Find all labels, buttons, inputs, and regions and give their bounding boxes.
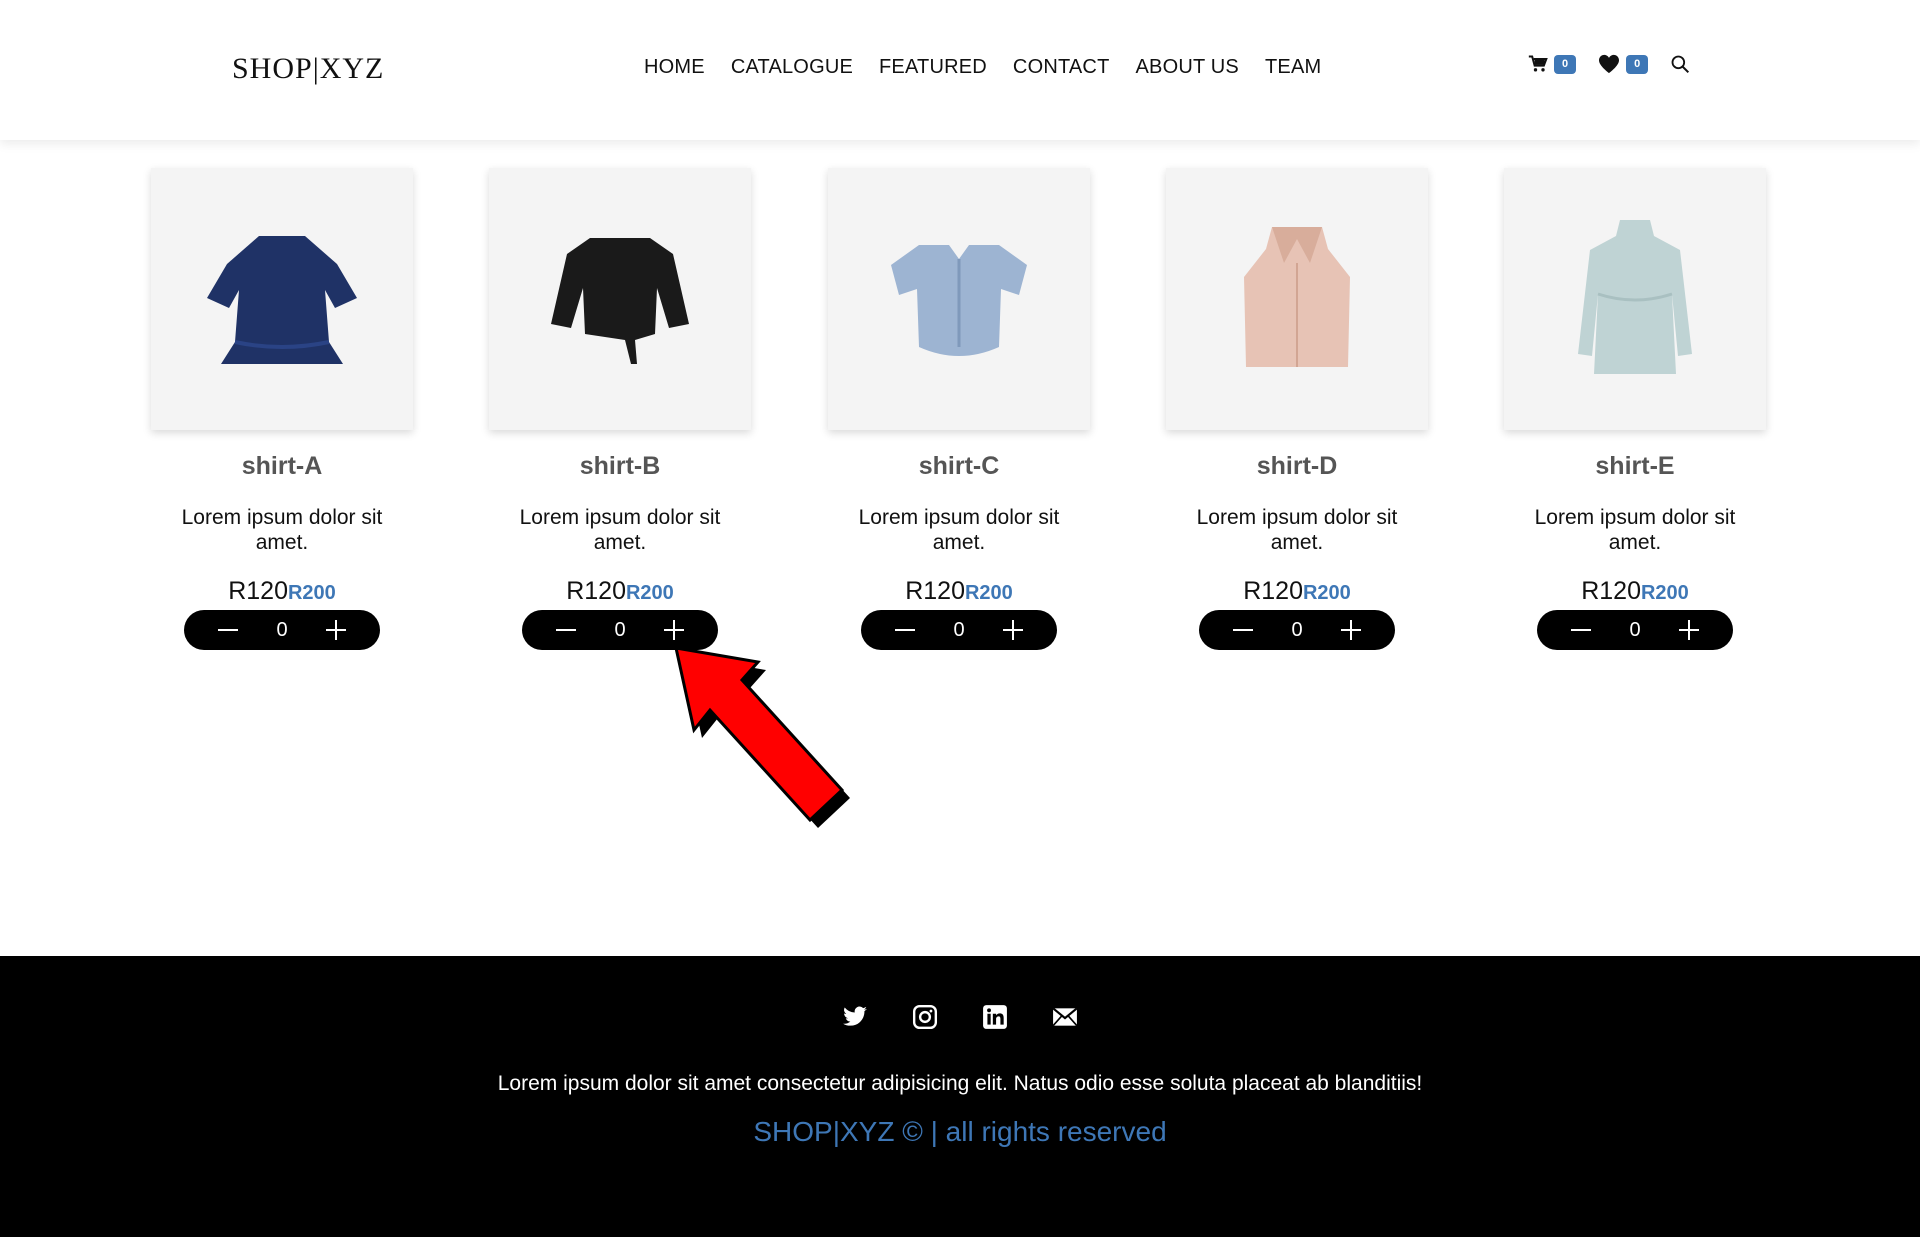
product-image[interactable] [1166,168,1428,430]
nav-about-us[interactable]: ABOUT US [1136,56,1239,79]
main-nav: HOME CATALOGUE FEATURED CONTACT ABOUT US… [644,56,1347,79]
nav-team[interactable]: TEAM [1265,56,1321,79]
plus-icon [326,620,346,640]
product-card: shirt-A Lorem ipsum dolor sit amet. R120… [150,168,414,650]
social-links [842,1004,1078,1030]
old-price: R200 [287,582,336,604]
search-icon [1670,54,1690,74]
product-price: R120R200 [150,577,414,606]
product-card: shirt-C Lorem ipsum dolor sit amet. R120… [827,168,1091,650]
quantity-stepper: 0 [1537,610,1733,650]
top-image-icon [551,238,689,364]
wishlist-count-badge: 0 [1626,54,1649,74]
product-description: Lorem ipsum dolor sit amet. [858,506,1060,554]
increase-button[interactable] [1001,618,1025,642]
current-price: R120 [1243,577,1303,605]
product-image[interactable] [489,168,751,430]
vest-image-icon [1244,227,1350,367]
quantity-stepper: 0 [861,610,1057,650]
product-card: shirt-D Lorem ipsum dolor sit amet. R120… [1165,168,1429,650]
plus-icon [1003,620,1023,640]
nav-contact[interactable]: CONTACT [1013,56,1110,79]
site-footer [0,956,1920,1237]
product-name[interactable]: shirt-D [1165,452,1429,481]
blouse-image-icon [207,236,357,364]
nav-home[interactable]: HOME [644,56,705,79]
old-price: R200 [625,582,674,604]
crop-top-image-icon [891,245,1027,356]
product-price: R120R200 [1503,577,1767,606]
site-logo[interactable]: SHOP|XYZ [232,52,384,86]
minus-icon [1233,629,1253,631]
product-image[interactable] [1504,168,1766,430]
increase-button[interactable] [1339,618,1363,642]
decrease-button[interactable] [1569,618,1593,642]
product-card: shirt-B Lorem ipsum dolor sit amet. R120… [488,168,752,650]
decrease-button[interactable] [554,618,578,642]
increase-button[interactable] [324,618,348,642]
header-icons: 0 0 [1528,54,1712,74]
product-image[interactable] [151,168,413,430]
site-header: SHOP|XYZ HOME CATALOGUE FEATURED CONTACT… [0,0,1920,140]
product-description: Lorem ipsum dolor sit amet. [519,506,721,554]
copyright-text: SHOP|XYZ © | all rights reserved [753,1116,1167,1147]
increase-button[interactable] [662,618,686,642]
product-description: Lorem ipsum dolor sit amet. [181,506,383,554]
current-price: R120 [1581,577,1641,605]
quantity-stepper: 0 [1199,610,1395,650]
linkedin-icon[interactable] [982,1004,1008,1030]
current-price: R120 [905,577,965,605]
product-name[interactable]: shirt-C [827,452,1091,481]
minus-icon [218,629,238,631]
old-price: R200 [1640,582,1689,604]
current-price: R120 [566,577,626,605]
decrease-button[interactable] [1231,618,1255,642]
current-price: R120 [228,577,288,605]
decrease-button[interactable] [893,618,917,642]
quantity-value: 0 [953,618,965,641]
quantity-stepper: 0 [184,610,380,650]
nav-featured[interactable]: FEATURED [879,56,987,79]
plus-icon [664,620,684,640]
cart-icon [1528,54,1548,74]
heart-icon [1598,54,1620,74]
wishlist-button[interactable]: 0 [1598,54,1649,74]
decrease-button[interactable] [216,618,240,642]
footer-text: Lorem ipsum dolor sit amet consectetur a… [497,1072,1423,1095]
product-name[interactable]: shirt-E [1503,452,1767,481]
cart-count-badge: 0 [1554,54,1577,74]
search-button[interactable] [1670,54,1690,74]
old-price: R200 [964,582,1013,604]
twitter-icon[interactable] [842,1004,868,1030]
nav-catalogue[interactable]: CATALOGUE [731,56,853,79]
quantity-value: 0 [614,618,626,641]
product-image[interactable] [828,168,1090,430]
plus-icon [1341,620,1361,640]
dress-image-icon [1578,220,1692,374]
increase-button[interactable] [1677,618,1701,642]
product-description: Lorem ipsum dolor sit amet. [1534,506,1736,554]
quantity-value: 0 [1291,618,1303,641]
product-price: R120R200 [1165,577,1429,606]
product-price: R120R200 [488,577,752,606]
quantity-value: 0 [1629,618,1641,641]
instagram-icon[interactable] [912,1004,938,1030]
product-card: shirt-E Lorem ipsum dolor sit amet. R120… [1503,168,1767,650]
mail-icon[interactable] [1052,1004,1078,1030]
minus-icon [1571,629,1591,631]
product-price: R120R200 [827,577,1091,606]
cart-button[interactable]: 0 [1528,54,1577,74]
old-price: R200 [1302,582,1351,604]
minus-icon [895,629,915,631]
product-description: Lorem ipsum dolor sit amet. [1196,506,1398,554]
quantity-value: 0 [276,618,288,641]
annotation-arrow-icon [660,640,860,855]
minus-icon [556,629,576,631]
product-name[interactable]: shirt-B [488,452,752,481]
product-name[interactable]: shirt-A [150,452,414,481]
plus-icon [1679,620,1699,640]
